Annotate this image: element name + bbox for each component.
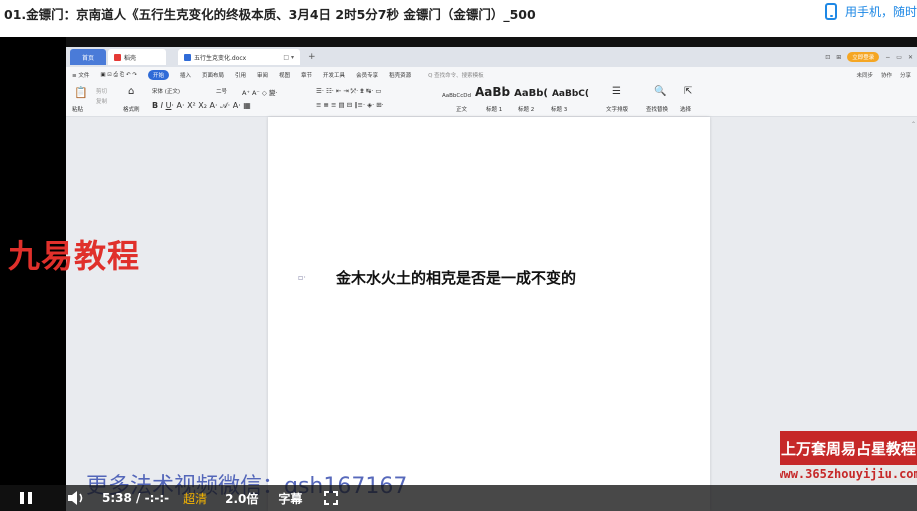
format-painter-icon: ⌂	[128, 86, 135, 97]
font-size-select[interactable]: 二号	[216, 87, 227, 95]
document-page[interactable]: ▫· 金木水火土的相克是否是一成不变的	[268, 117, 710, 511]
volume-icon[interactable]	[66, 489, 86, 507]
tab-docer-label: 稻壳	[124, 54, 137, 62]
font-size-adjust-icons[interactable]: A⁺ A⁻ ◇ 變·	[242, 87, 278, 97]
document-heading[interactable]: 金木水火土的相克是否是一成不变的	[336, 267, 576, 288]
format-painter-button[interactable]: 格式刷	[123, 105, 140, 113]
style-h1-label: 标题 1	[486, 107, 503, 113]
watermark-right-banner: 上万套周易占星教程	[780, 431, 917, 465]
layout-icon[interactable]: ⊡	[825, 54, 830, 61]
menu-bar: ≡ 文件 ▣ ⊡ ⎙ ⎗ ↶ ↷ 开始 插入 页面布局 引用 审阅 视图 章节 …	[66, 67, 917, 83]
menu-right-actions: 未同步 协作 分享	[856, 71, 917, 79]
style-h3-preview[interactable]: AaBbC(	[552, 89, 589, 99]
word-doc-icon	[184, 53, 191, 61]
mobile-watch-link[interactable]: 用手机，随时	[824, 3, 917, 20]
quick-access-icons[interactable]: ▣ ⊡ ⎙ ⎗ ↶ ↷	[100, 72, 137, 79]
font-format-icons[interactable]: B I U· A· X² X₂ A· 𝒜· A· ▦	[152, 101, 251, 111]
paste-label[interactable]: 粘贴	[72, 105, 83, 113]
menu-docer-resources[interactable]: 稻壳资源	[389, 71, 411, 79]
window-controls: ⊡ ⊞ 立即登录 − ▭ ✕	[825, 52, 917, 62]
grid-icon[interactable]: ⊞	[836, 54, 841, 61]
font-name-select[interactable]: 宋体 (正文)	[152, 87, 180, 95]
menu-references[interactable]: 引用	[235, 71, 246, 79]
subtitles-button[interactable]: 字幕	[278, 490, 302, 507]
maximize-icon[interactable]: ▭	[896, 54, 902, 61]
find-replace-icon: 🔍	[654, 86, 667, 97]
title-bar: 首页 稻壳 五行生克变化.docx □ ▾ + ⊡ ⊞ 立即登录 − ▭ ✕	[66, 47, 917, 67]
tab-document[interactable]: 五行生克变化.docx □ ▾	[178, 49, 300, 65]
login-button[interactable]: 立即登录	[847, 52, 880, 62]
text-layout-icon: ☰	[612, 86, 621, 97]
phone-icon	[824, 3, 837, 20]
menu-review[interactable]: 审阅	[257, 71, 268, 79]
style-normal-preview[interactable]: AaBbCcDd	[442, 93, 471, 99]
share-button[interactable]: 分享	[900, 71, 911, 79]
cut-button[interactable]: 剪切	[96, 87, 107, 95]
tab-home-label: 首页	[81, 54, 94, 62]
menu-start[interactable]: 开始	[147, 70, 169, 80]
style-gallery: AaBbCcDd AaBb AaBb( AaBbC(	[442, 85, 589, 99]
style-normal-label: 正文	[456, 107, 468, 113]
menu-page-layout[interactable]: 页面布局	[202, 71, 224, 79]
quality-button[interactable]: 超清	[183, 490, 207, 507]
align-icons[interactable]: ≡ ≣ ≡ ▤ ⊟ ‖≡· ◈· ⊞·	[316, 101, 384, 109]
speed-button[interactable]: 2.0倍	[225, 490, 258, 507]
minimize-icon[interactable]: −	[885, 54, 890, 61]
tab-document-label: 五行生克变化.docx	[194, 54, 247, 62]
mobile-link-label: 用手机，随时	[844, 5, 917, 19]
page-root: 01.金镖门：京南道人《五行生克变化的终极本质、3月4日 2时5分7秒 金镖门（…	[0, 0, 917, 511]
fullscreen-icon[interactable]	[324, 491, 339, 505]
collaborate-button[interactable]: 协作	[881, 71, 892, 79]
select-cursor-icon: ⇱	[684, 86, 693, 97]
menu-member[interactable]: 会员专享	[356, 71, 378, 79]
copy-button[interactable]: 复制	[96, 97, 107, 105]
style-h2-preview[interactable]: AaBb(	[514, 88, 548, 99]
menu-developer[interactable]: 开发工具	[323, 71, 345, 79]
tab-docer[interactable]: 稻壳	[108, 49, 166, 65]
vertical-scrollbar[interactable]: ⌃	[911, 121, 916, 128]
tab-home[interactable]: 首页	[70, 49, 106, 65]
page-title: 01.金镖门：京南道人《五行生克变化的终极本质、3月4日 2时5分7秒 金镖门（…	[4, 7, 536, 22]
pause-icon[interactable]	[14, 488, 38, 508]
sync-status[interactable]: 未同步	[856, 71, 873, 79]
paragraph-marker-icon: ▫·	[298, 273, 306, 282]
add-tab-icon[interactable]: +	[308, 52, 316, 62]
list-icons[interactable]: ☰· ☷· ⇤ ⇥ ⤱· ⩩ ↹· ▭	[316, 87, 382, 96]
find-replace-button[interactable]: 查找替换	[646, 105, 668, 113]
playback-time: 5:38 / -:-:-	[102, 491, 170, 505]
close-window-icon[interactable]: ✕	[908, 54, 913, 61]
watermark-right-url: www.365zhouyijiu.com	[780, 465, 917, 483]
paste-icon[interactable]: 📋	[74, 86, 88, 99]
menu-chapter[interactable]: 章节	[301, 71, 312, 79]
player-controls: 5:38 / -:-:- 超清 2.0倍 字幕	[0, 485, 917, 511]
ribbon-toolbar: 📋 粘贴 剪切 复制 格式刷 ⌂ 宋体 (正文) 二号 B I U· A· X²…	[66, 83, 917, 117]
docer-logo-icon	[114, 53, 121, 61]
style-h2-label: 标题 2	[518, 107, 535, 113]
style-h3-label: 标题 3	[551, 107, 568, 113]
menu-view[interactable]: 视图	[279, 71, 290, 79]
menu-file[interactable]: ≡ 文件	[72, 71, 89, 79]
select-button[interactable]: 选择	[680, 105, 691, 113]
watermark-left: 九易教程	[8, 237, 141, 275]
command-search[interactable]: Q 查找命令、搜索模板	[428, 71, 484, 79]
text-layout-button[interactable]: 文字排版	[606, 105, 628, 113]
menu-insert[interactable]: 插入	[180, 71, 191, 79]
style-h1-preview[interactable]: AaBb	[475, 85, 510, 99]
close-tab-icon[interactable]: □ ▾	[283, 54, 294, 61]
